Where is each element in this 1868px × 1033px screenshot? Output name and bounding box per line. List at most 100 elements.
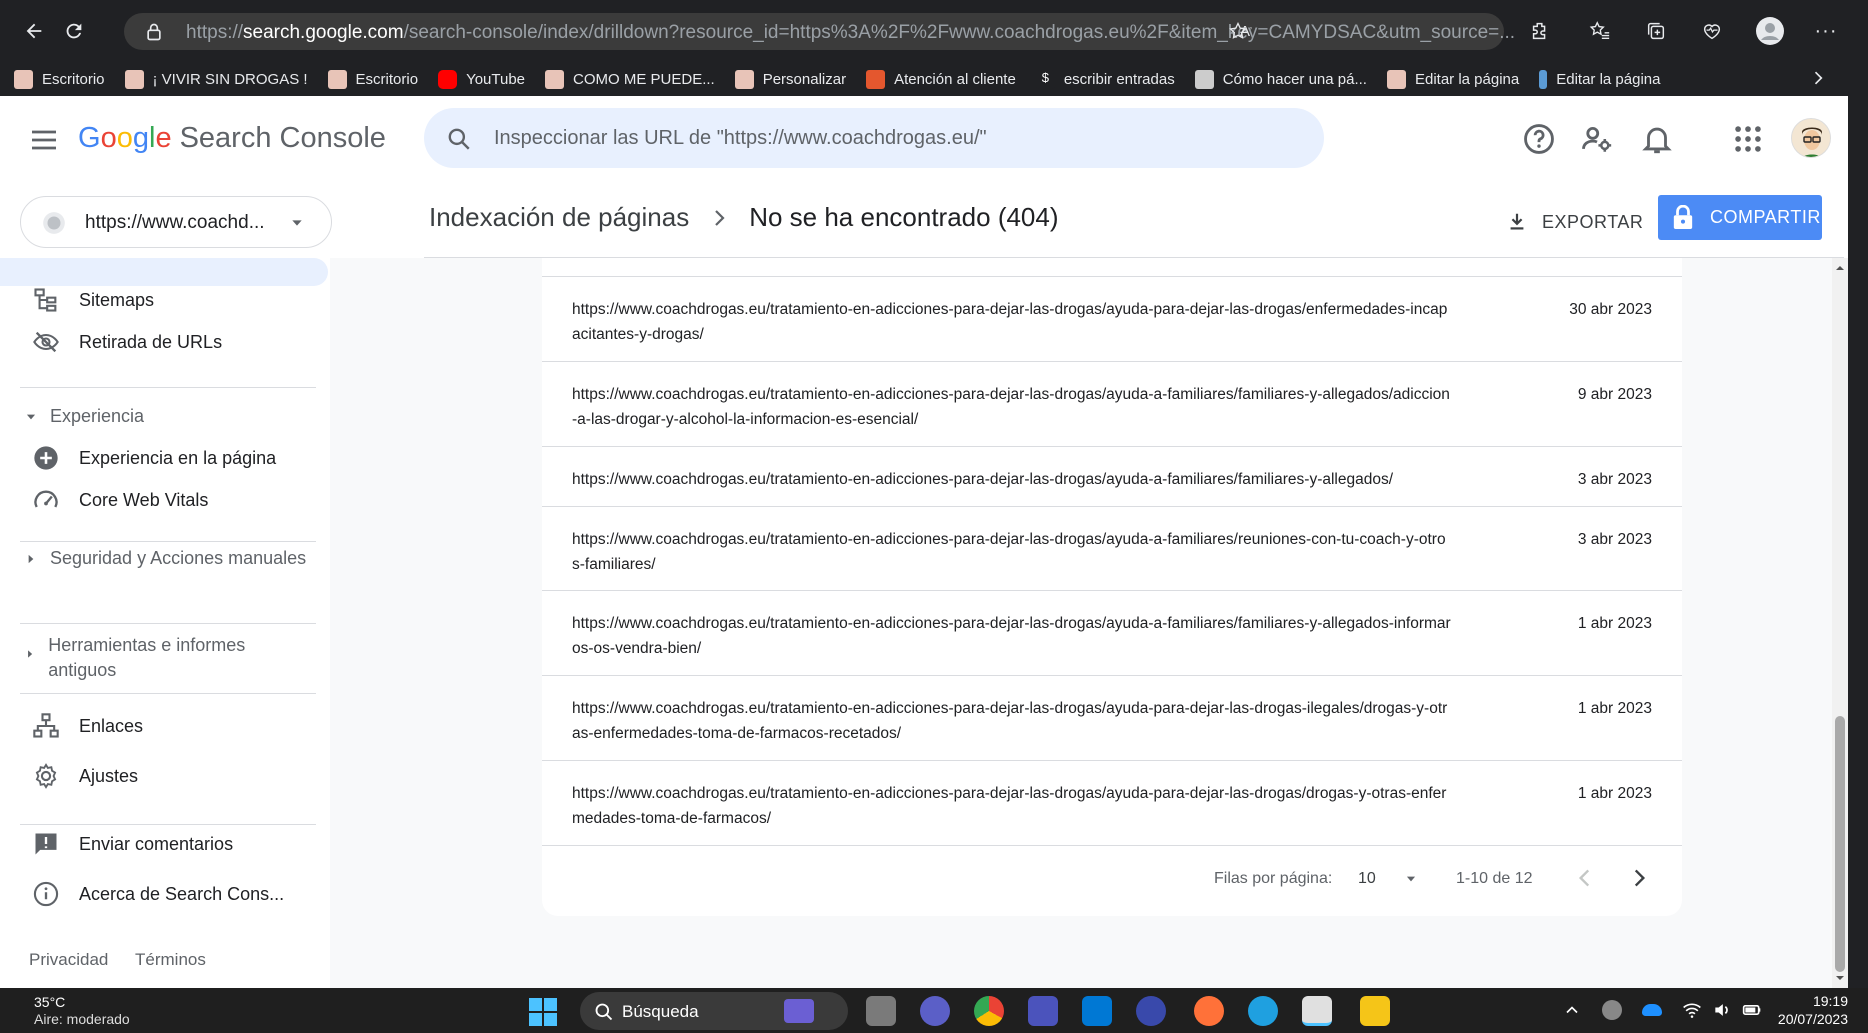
table-row[interactable]: https://www.coachdrogas.eu/tratamiento-e… — [542, 761, 1682, 846]
gauge-icon — [34, 490, 58, 508]
bookmark-item[interactable]: ¡ VIVIR SIN DROGAS ! — [124, 69, 308, 89]
bookmark-item[interactable]: YouTube — [438, 69, 525, 89]
reload-button[interactable] — [54, 11, 94, 51]
apps-grid-icon[interactable] — [1731, 122, 1765, 156]
bookmark-item[interactable]: Editar la página — [1386, 69, 1519, 89]
about-search-console-link[interactable]: Acerca de Search Cons... — [0, 874, 320, 914]
sidebar-item-sitemaps[interactable]: Sitemaps — [0, 280, 320, 320]
row-url[interactable]: https://www.coachdrogas.eu/tratamiento-e… — [572, 781, 1452, 831]
bookmark-item[interactable]: Cómo hacer una pá... — [1194, 69, 1367, 89]
bookmark-item[interactable]: $ escribir entradas — [1035, 69, 1175, 89]
bookmark-item[interactable]: Personalizar — [734, 69, 846, 89]
bookmark-item[interactable]: Escritorio — [14, 69, 105, 89]
google-search-console-logo[interactable]: Google Search Console — [78, 122, 386, 155]
scroll-down-icon[interactable] — [1836, 974, 1844, 982]
firefox-icon[interactable] — [1194, 996, 1224, 1026]
section-label: Experiencia — [50, 406, 145, 426]
favorite-star-button[interactable] — [1218, 11, 1258, 51]
address-bar[interactable]: https://search.google.com/search-console… — [124, 13, 1515, 50]
product-name: Search Console — [179, 122, 386, 154]
volume-icon[interactable] — [1712, 1000, 1732, 1020]
scroll-up-icon[interactable] — [1836, 264, 1844, 272]
windows-start-icon[interactable] — [528, 997, 558, 1027]
table-row[interactable]: https://www.coachdrogas.eu/tratamiento-e… — [542, 591, 1682, 676]
weather-widget[interactable]: 35°C Aire: moderado — [34, 994, 130, 1028]
onedrive-icon[interactable] — [1642, 1004, 1662, 1016]
table-row[interactable]: https://www.coachdrogas.eu/tratamiento-e… — [542, 447, 1682, 507]
table-row[interactable]: https://www.coachdrogas.eu/tratamiento-e… — [542, 362, 1682, 447]
url-inspection-search[interactable] — [424, 108, 1324, 168]
wifi-icon[interactable] — [1682, 1000, 1702, 1020]
section-herramientas[interactable]: Herramientas e informes antiguos — [24, 633, 284, 683]
active-app-icon[interactable] — [1302, 996, 1332, 1026]
sidebar-item-label: Core Web Vitals — [79, 489, 209, 510]
row-url[interactable]: https://www.coachdrogas.eu/tratamiento-e… — [572, 696, 1452, 746]
row-url[interactable]: https://www.coachdrogas.eu/tratamiento-e… — [572, 382, 1452, 432]
bookmark-favicon-icon — [1539, 69, 1548, 89]
system-clock[interactable]: 19:19 20/07/2023 — [1778, 992, 1848, 1028]
sidebar-item-experiencia-pagina[interactable]: Experiencia en la página — [0, 438, 320, 478]
chevron-up-icon[interactable] — [1562, 1000, 1582, 1020]
send-feedback-button[interactable]: Enviar comentarios — [0, 824, 320, 864]
bookmark-favicon-icon — [866, 69, 886, 89]
task-view-icon[interactable] — [866, 996, 896, 1026]
row-url[interactable]: https://www.coachdrogas.eu/tratamiento-e… — [572, 297, 1452, 347]
bookmark-item[interactable]: COMO ME PUEDE... — [545, 69, 715, 89]
property-selector[interactable]: https://www.coachd... — [20, 196, 332, 248]
row-url[interactable]: https://www.coachdrogas.eu/tratamiento-e… — [572, 611, 1452, 661]
collections-button[interactable] — [1636, 11, 1676, 51]
terms-link[interactable]: Términos — [135, 950, 206, 970]
rows-per-page-select[interactable]: 10 — [1358, 870, 1376, 888]
health-button[interactable] — [1692, 11, 1732, 51]
hamburger-menu-icon[interactable] — [28, 124, 60, 156]
help-icon[interactable] — [1522, 122, 1556, 156]
scroll-thumb[interactable] — [1835, 716, 1845, 972]
bookmarks-overflow-button[interactable] — [1808, 68, 1828, 93]
sidebar-item-core-web-vitals[interactable]: Core Web Vitals — [0, 480, 320, 520]
bookmark-item[interactable]: Editar la página — [1539, 69, 1660, 89]
chrome-icon[interactable] — [974, 996, 1004, 1026]
microsoft-store-icon[interactable] — [1082, 996, 1112, 1026]
extensions-button[interactable] — [1520, 11, 1560, 51]
table-row[interactable]: https://www.coachdrogas.eu/tratamiento-e… — [542, 676, 1682, 761]
teams-chat-icon[interactable] — [920, 996, 950, 1026]
chevron-left-icon[interactable] — [1572, 865, 1598, 891]
bookmark-item[interactable]: Escritorio — [327, 69, 418, 89]
bookmark-label: Escritorio — [42, 70, 105, 88]
row-url[interactable]: https://www.coachdrogas.eu/tratamiento-e… — [572, 467, 1452, 492]
share-button[interactable]: COMPARTIR — [1658, 195, 1822, 240]
sidebar-item-enlaces[interactable]: Enlaces — [0, 706, 320, 746]
favorites-button[interactable] — [1580, 11, 1620, 51]
bookmark-item[interactable]: Atención al cliente — [866, 69, 1016, 89]
privacy-link[interactable]: Privacidad — [29, 950, 108, 970]
more-menu-icon[interactable]: ··· — [1806, 11, 1846, 51]
caret-down-icon[interactable] — [1404, 872, 1418, 886]
edge-icon[interactable] — [1248, 996, 1278, 1026]
bookmark-favicon-icon — [124, 69, 144, 89]
search-input[interactable] — [494, 108, 1294, 168]
profile-button[interactable] — [1750, 11, 1790, 51]
taskbar-search[interactable]: Búsqueda — [580, 992, 848, 1030]
manage-users-icon[interactable] — [1580, 122, 1614, 156]
section-experiencia[interactable]: Experiencia — [24, 406, 144, 427]
sidebar-item-retirada-urls[interactable]: Retirada de URLs — [0, 322, 320, 362]
row-url[interactable]: https://www.coachdrogas.eu/tratamiento-e… — [572, 527, 1452, 577]
notifications-bell-icon[interactable] — [1640, 122, 1674, 156]
file-explorer-icon[interactable] — [1360, 996, 1390, 1026]
chevron-right-icon[interactable] — [1626, 865, 1652, 891]
section-seguridad[interactable]: Seguridad y Acciones manuales — [24, 548, 306, 569]
back-button[interactable] — [14, 11, 54, 51]
teams-icon[interactable] — [1028, 996, 1058, 1026]
table-row[interactable]: https://www.coachdrogas.eu/tratamiento-e… — [542, 277, 1682, 362]
tray-app-icon[interactable] — [1602, 1000, 1622, 1020]
app-icon[interactable] — [1136, 996, 1166, 1026]
breadcrumb-parent[interactable]: Indexación de páginas — [429, 202, 689, 233]
avatar[interactable] — [1791, 118, 1831, 158]
sidebar-item-ajustes[interactable]: Ajustes — [0, 756, 320, 796]
export-button[interactable]: EXPORTAR — [1506, 202, 1643, 242]
caret-right-icon — [28, 650, 33, 658]
battery-icon[interactable] — [1742, 1000, 1762, 1020]
temperature: 35°C — [34, 994, 66, 1010]
table-row[interactable]: https://www.coachdrogas.eu/tratamiento-e… — [542, 507, 1682, 591]
page-scrollbar[interactable] — [1832, 258, 1848, 988]
